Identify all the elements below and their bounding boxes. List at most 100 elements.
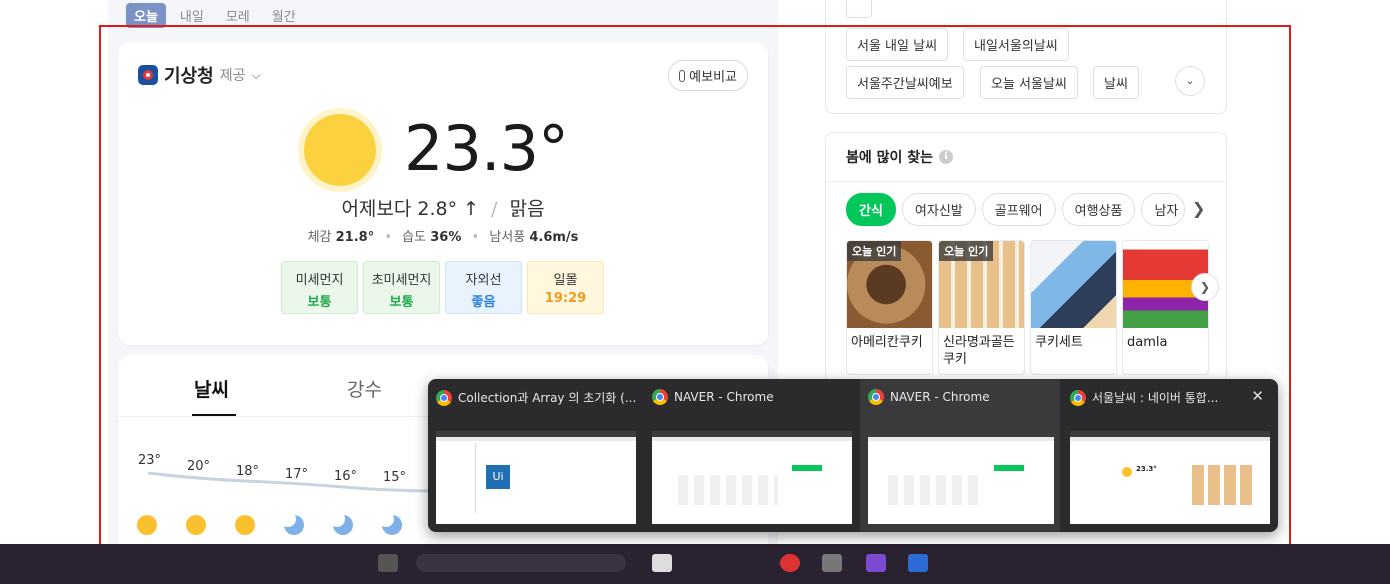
taskbar-app-icon[interactable] [908, 554, 928, 572]
taskbar [0, 544, 1390, 584]
divider [826, 181, 1226, 182]
kma-logo-icon [138, 65, 158, 85]
chevron-right-icon[interactable]: ❯ [1191, 273, 1219, 301]
chip-golf-wear[interactable]: 골프웨어 [981, 193, 1056, 226]
window-title: NAVER - Chrome [890, 390, 990, 404]
thumb-login-button [994, 465, 1024, 471]
window-thumbnail [652, 431, 852, 524]
chevron-down-icon: ⌵ [251, 67, 261, 82]
feels-value: 21.8° [335, 230, 375, 245]
fine-dust-badge[interactable]: 미세먼지 보통 [281, 261, 358, 314]
tab-monthly[interactable]: 월간 [264, 3, 304, 28]
thumb-logo: Ui [486, 465, 510, 489]
window-preview[interactable]: NAVER - Chrome [644, 379, 860, 532]
keyword-chip[interactable]: 내일서울의날씨 [963, 28, 1069, 61]
weather-details: 체감 21.8° • 습도 36% • 남서풍 4.6m/s [118, 226, 768, 245]
window-preview-title: NAVER - Chrome [652, 389, 774, 405]
weather-summary: 어제보다 2.8° ↑ / 맑음 [118, 194, 768, 221]
taskbar-app-icon[interactable] [780, 554, 800, 572]
product-name: 아메리칸쿠키 [851, 335, 923, 350]
badge-value: 좋음 [471, 295, 496, 310]
current-weather-card: 기상청 제공 ⌵ 예보비교 23.3° 어제보다 2.8° ↑ / 맑음 체감 … [118, 42, 768, 345]
moon-icon [378, 511, 402, 535]
product-image: 오늘 인기 [847, 241, 932, 328]
sun-icon [304, 114, 376, 186]
day-tabs: 오늘 내일 모레 월간 [126, 3, 304, 28]
tab-day-after[interactable]: 모레 [218, 3, 258, 28]
product-card[interactable]: damla [1122, 240, 1209, 375]
product-name: 신라명과골든쿠키 [943, 335, 1015, 367]
sun-icon [137, 515, 157, 535]
forecast-compare-button[interactable]: 예보비교 [668, 60, 748, 91]
thumb-address-bar [868, 437, 1054, 441]
window-title: NAVER - Chrome [674, 390, 774, 404]
keyword-chip[interactable]: 오늘 서울날씨 [980, 66, 1078, 99]
taskbar-app-icon[interactable] [652, 554, 672, 572]
task-view-icon[interactable] [378, 554, 398, 572]
window-switcher: Collection과 Array 의 초기화 (... Ui NAVER - … [428, 379, 1278, 532]
taskbar-search-box[interactable] [416, 554, 626, 572]
hour-temp: 16° [334, 469, 358, 484]
product-card[interactable]: 오늘 인기 아메리칸쿠키 [846, 240, 933, 375]
tab-precipitation[interactable]: 강수 [347, 375, 382, 402]
window-thumbnail: Ui [436, 431, 636, 524]
taskbar-app-icon[interactable] [866, 554, 886, 572]
badge-value: 19:29 [544, 291, 587, 306]
tab-tomorrow[interactable]: 내일 [172, 3, 212, 28]
window-preview[interactable]: NAVER - Chrome [860, 379, 1060, 532]
keyword-chip[interactable]: 서울주간날씨예보 [846, 66, 964, 99]
hour-temp: 23° [138, 453, 162, 468]
keyword-chip-partial[interactable] [846, 0, 873, 18]
chip-snack[interactable]: 간식 [846, 193, 896, 226]
wind-label: 남서풍 [489, 230, 526, 245]
summary-prefix: 어제보다 [341, 198, 412, 220]
chip-women-shoes[interactable]: 여자신발 [901, 193, 976, 226]
window-preview[interactable]: 서울날씨 : 네이버 통합... ✕ 23.3° [1062, 379, 1278, 532]
product-image [1031, 241, 1116, 328]
temperature-diff: 2.8° ↑ [417, 198, 480, 220]
sun-icon [235, 515, 255, 535]
active-tab-underline [192, 414, 236, 416]
window-thumbnail [868, 431, 1054, 524]
provider-selector[interactable]: 기상청 제공 ⌵ [138, 62, 261, 88]
thumb-shortcuts [678, 475, 778, 505]
chip-men[interactable]: 남자 [1141, 193, 1186, 226]
badge-value: 보통 [307, 295, 332, 310]
keyword-chip[interactable]: 서울 내일 날씨 [846, 28, 949, 61]
taskbar-app-icon[interactable] [822, 554, 842, 572]
chrome-icon [1070, 389, 1086, 406]
chip-travel[interactable]: 여행상품 [1061, 193, 1136, 226]
tab-weather[interactable]: 날씨 [194, 375, 229, 402]
feels-label: 체감 [307, 230, 332, 245]
product-name: 쿠키세트 [1035, 335, 1083, 350]
sun-icon [186, 515, 206, 535]
chrome-icon [436, 389, 452, 406]
product-card[interactable]: 오늘 인기 신라명과골든쿠키 [938, 240, 1025, 375]
chrome-icon [868, 389, 884, 405]
uv-badge[interactable]: 자외선 좋음 [445, 261, 522, 314]
spring-shopping-title: 봄에 많이 찾는 i [846, 147, 954, 167]
thumb-address-bar [436, 437, 636, 441]
chevron-right-icon[interactable]: ❯ [1192, 199, 1205, 218]
info-icon[interactable]: i [939, 150, 954, 164]
expand-keywords-button[interactable]: ⌄ [1175, 66, 1205, 96]
humidity-label: 습도 [402, 230, 427, 245]
product-card[interactable]: 쿠키세트 [1030, 240, 1117, 375]
thumb-address-bar [652, 437, 852, 441]
ultrafine-dust-badge[interactable]: 초미세먼지 보통 [363, 261, 440, 314]
thumb-temperature: 23.3° [1136, 465, 1157, 473]
tab-today[interactable]: 오늘 [126, 3, 166, 28]
hour-temp: 17° [285, 467, 309, 482]
thumb-shortcuts [888, 475, 984, 505]
window-preview[interactable]: Collection과 Array 의 초기화 (... Ui [428, 379, 644, 532]
window-title: Collection과 Array 의 초기화 (... [458, 391, 637, 405]
close-icon[interactable]: ✕ [1251, 387, 1264, 405]
sunset-badge[interactable]: 일몰 19:29 [527, 261, 604, 314]
humidity-value: 36% [430, 230, 462, 245]
thumb-sidebar [448, 443, 476, 513]
weather-condition: 맑음 [509, 198, 545, 220]
keyword-chip[interactable]: 날씨 [1093, 66, 1139, 99]
current-temperature: 23.3° [404, 112, 569, 185]
section-title: 봄에 많이 찾는 [846, 150, 934, 166]
moon-icon [329, 511, 353, 535]
